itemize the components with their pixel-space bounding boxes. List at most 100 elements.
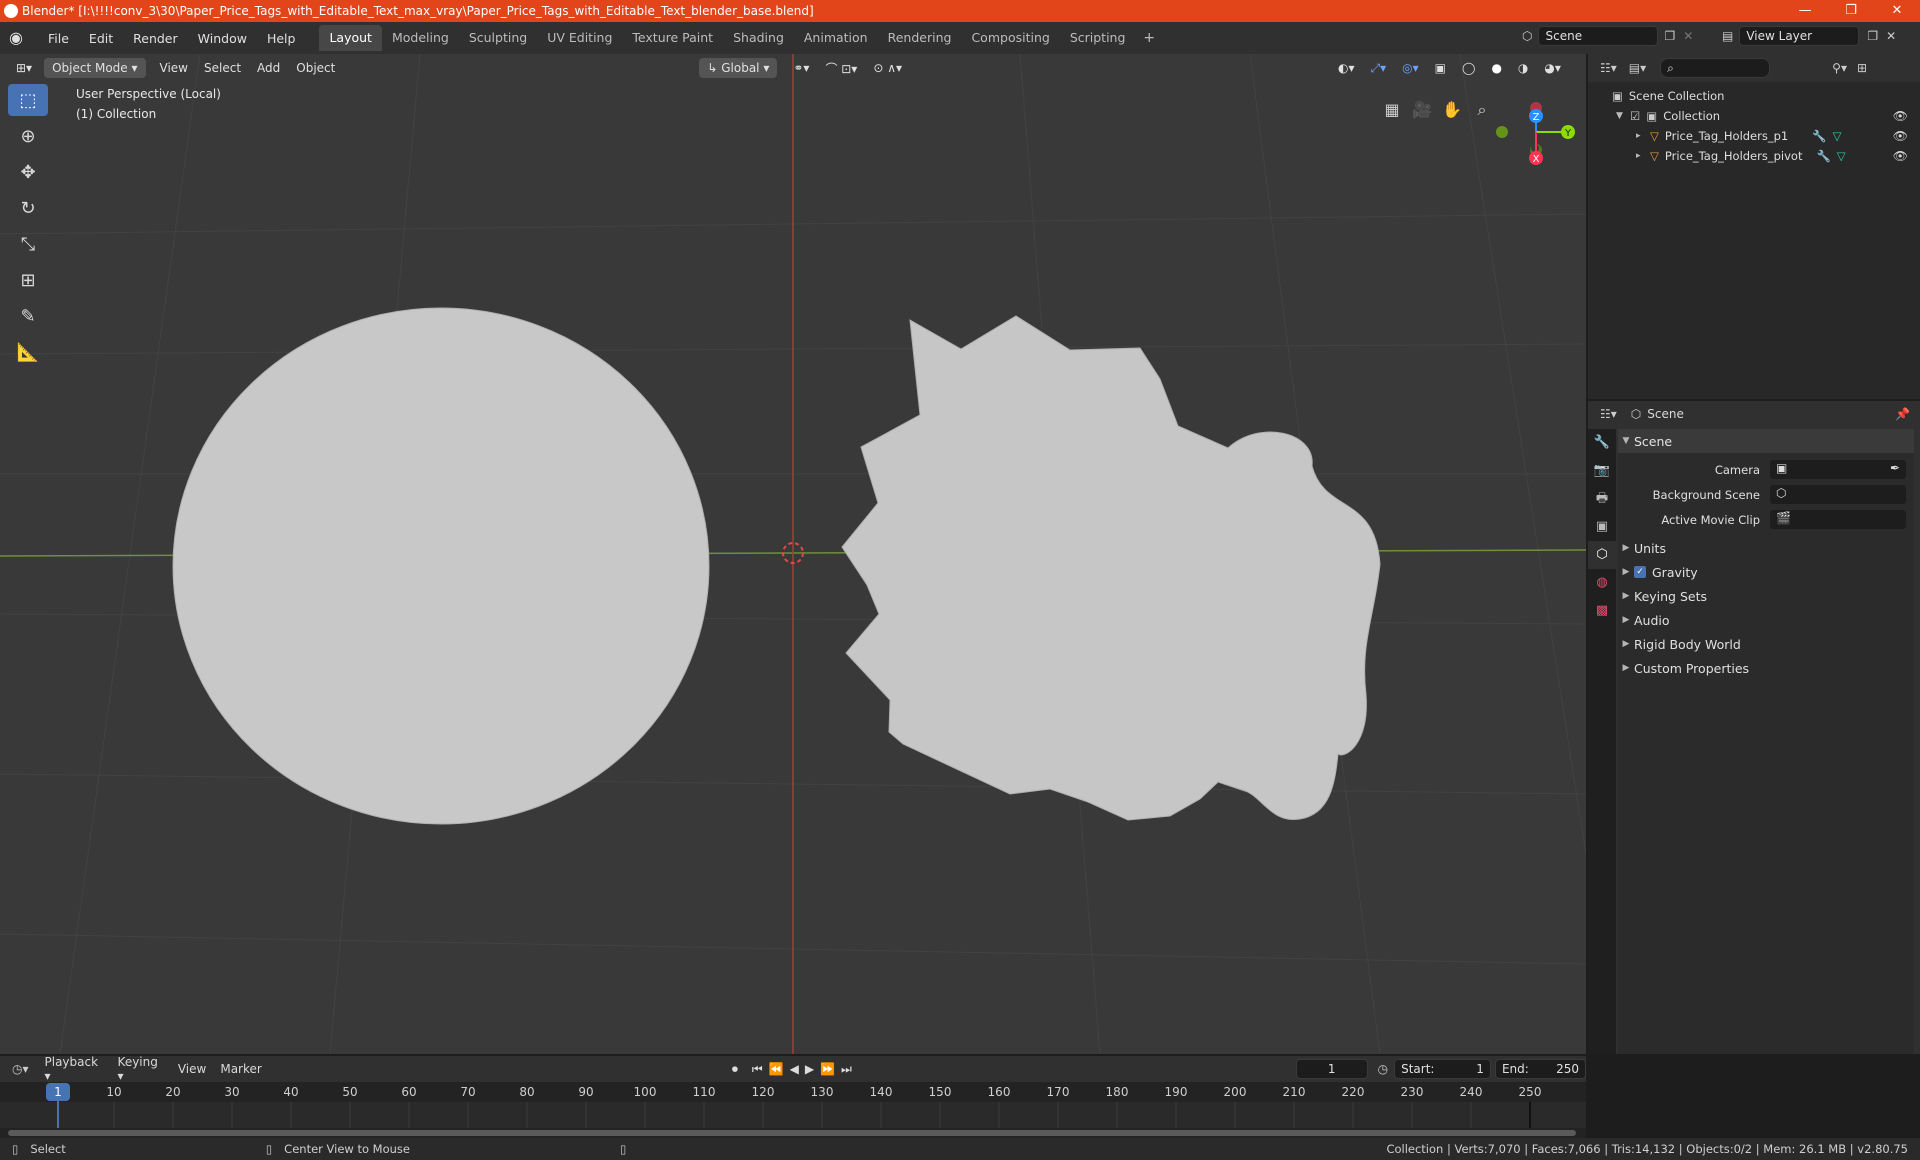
new-view-layer-icon[interactable]: ❐ [1867, 29, 1878, 43]
collapse-arrow-icon[interactable]: ▸ [1636, 151, 1650, 161]
transform-tool-icon[interactable]: ⊞ [8, 264, 48, 296]
camera-field[interactable]: ▣ ✒ [1770, 460, 1906, 479]
delete-scene-icon[interactable]: ✕ [1683, 29, 1693, 43]
gravity-subpanel[interactable]: ▶ ✓ Gravity [1618, 560, 1914, 584]
add-workspace-icon[interactable]: + [1135, 25, 1163, 51]
annotate-tool-icon[interactable]: ✎ [8, 300, 48, 332]
mesh-data-icon[interactable]: ▽ [1837, 149, 1846, 163]
menu-edit[interactable]: Edit [79, 31, 123, 46]
cursor-tool-icon[interactable]: ⊕ [8, 120, 48, 152]
3d-viewport[interactable]: ⊞▾ Object Mode ▾ View Select Add Object … [0, 54, 1586, 1054]
view-layer-field[interactable]: View Layer [1739, 26, 1860, 46]
pin-icon[interactable]: 📌 [1895, 407, 1910, 421]
snap-icon[interactable]: ⌒ ⊡▾ [817, 57, 865, 80]
camera-view-icon[interactable]: 🎥 [1408, 96, 1436, 124]
custom-properties-subpanel[interactable]: ▶ Custom Properties [1618, 656, 1914, 680]
timeline-editor-icon[interactable]: ◷▾ [12, 1062, 29, 1076]
jump-end-icon[interactable]: ⏭ [841, 1062, 852, 1077]
outliner-search-input[interactable]: ⌕ [1660, 58, 1771, 78]
eyedropper-icon[interactable]: ✒ [1890, 461, 1900, 475]
collection-row[interactable]: ▼ ☑ ▣ Collection 👁 [1588, 106, 1920, 126]
filter-icon[interactable]: ⚲▾ [1832, 61, 1847, 75]
jump-keyframe-back-icon[interactable]: ⏪ [769, 1062, 784, 1076]
scene-panel-header[interactable]: ▼ Scene [1618, 429, 1914, 453]
editor-type-icon[interactable]: ⊞▾ [8, 58, 40, 78]
close-button[interactable]: ✕ [1874, 0, 1920, 22]
timeline-track[interactable] [0, 1102, 1586, 1128]
render-tab-icon[interactable]: 📷 [1588, 457, 1616, 485]
gizmo-toggle-icon[interactable]: ⤢▾ [1363, 58, 1395, 79]
proportional-edit-icon[interactable]: ⊙ ∧▾ [865, 58, 910, 78]
select-menu[interactable]: Select [196, 58, 249, 78]
timeline-scrollbar[interactable] [8, 1130, 1576, 1136]
jump-start-icon[interactable]: ⏮ [752, 1062, 763, 1077]
tab-layout[interactable]: Layout [319, 25, 382, 51]
mesh-data-icon[interactable]: ▽ [1833, 129, 1842, 143]
timeline-ruler[interactable]: 1102030405060708090100110120130140150160… [0, 1082, 1586, 1138]
object-menu[interactable]: Object [288, 58, 343, 78]
new-scene-icon[interactable]: ❐ [1664, 29, 1675, 43]
modifier-icon[interactable]: 🔧 [1816, 149, 1830, 163]
modifier-icon[interactable]: 🔧 [1812, 129, 1826, 143]
world-tab-icon[interactable]: ◍ [1588, 569, 1616, 597]
play-reverse-icon[interactable]: ◀ [790, 1062, 799, 1076]
tab-compositing[interactable]: Compositing [961, 25, 1059, 51]
gravity-checkbox[interactable]: ✓ [1634, 566, 1646, 578]
tab-scripting[interactable]: Scripting [1060, 25, 1136, 51]
scene-collection-row[interactable]: ▣ Scene Collection [1588, 86, 1920, 106]
view-layer-icon[interactable]: ▤ [1722, 29, 1733, 43]
outliner-object-row[interactable]: ▸ ▽ Price_Tag_Holders_p1 🔧 ▽ 👁 [1588, 126, 1920, 146]
blender-logo-icon[interactable]: ◉ [6, 28, 26, 48]
minimize-button[interactable]: — [1782, 0, 1828, 22]
collapse-arrow-icon[interactable]: ▸ [1636, 131, 1650, 141]
properties-editor-icon[interactable]: ☷▾ [1600, 407, 1617, 421]
collection-checkbox[interactable]: ☑ [1630, 109, 1640, 123]
outliner-object-row[interactable]: ▸ ▽ Price_Tag_Holders_pivot 🔧 ▽ 👁 [1588, 146, 1920, 166]
auto-keying-icon[interactable]: ◷ [1378, 1062, 1388, 1076]
keying-sets-subpanel[interactable]: ▶ Keying Sets [1618, 584, 1914, 608]
mode-selector[interactable]: Object Mode ▾ [44, 58, 146, 78]
collection-visibility-eye-icon[interactable]: 👁 [1893, 109, 1908, 123]
xray-icon[interactable]: ▣ [1427, 58, 1454, 78]
menu-render[interactable]: Render [123, 31, 188, 46]
menu-help[interactable]: Help [257, 31, 306, 46]
scene-name-field[interactable]: Scene [1538, 26, 1659, 46]
pan-view-icon[interactable]: ✋ [1438, 96, 1466, 124]
tab-rendering[interactable]: Rendering [878, 25, 962, 51]
expand-arrow-icon[interactable]: ▼ [1616, 111, 1630, 121]
jump-keyframe-forward-icon[interactable]: ⏩ [820, 1062, 835, 1076]
circle-price-tag[interactable] [172, 307, 710, 825]
output-tab-icon[interactable]: 🖶 [1588, 485, 1616, 513]
background-scene-field[interactable]: ⬡ [1770, 485, 1906, 504]
view-layer-tab-icon[interactable]: ▣ [1588, 513, 1616, 541]
play-icon[interactable]: ▶ [805, 1062, 814, 1076]
menu-window[interactable]: Window [188, 31, 257, 46]
solid-shading-icon[interactable]: ● [1483, 58, 1509, 78]
scene-tab-icon[interactable]: ⬡ [1588, 541, 1616, 569]
maximize-button[interactable]: ❐ [1828, 0, 1874, 22]
move-tool-icon[interactable]: ✥ [8, 156, 48, 188]
orientation-selector[interactable]: ↳ Global ▾ [699, 58, 778, 78]
tab-uv-editing[interactable]: UV Editing [537, 25, 622, 51]
new-collection-icon[interactable]: ⊞ [1857, 61, 1867, 75]
display-mode-icon[interactable]: ▤▾ [1629, 61, 1646, 75]
wireframe-shading-icon[interactable]: ◯ [1454, 58, 1483, 78]
current-frame-field[interactable]: 1 [1295, 1059, 1368, 1079]
rotate-tool-icon[interactable]: ↻ [8, 192, 48, 224]
active-movie-clip-field[interactable]: 🎬 [1770, 510, 1906, 529]
axis-gizmo[interactable]: Z Y X [1490, 84, 1586, 174]
scene-icon[interactable]: ⬡ [1522, 29, 1532, 43]
units-subpanel[interactable]: ▶ Units [1618, 536, 1914, 560]
keying-menu[interactable]: Keying ▾ [118, 1055, 166, 1083]
grid-view-icon[interactable]: ▦ [1378, 96, 1406, 124]
view-menu[interactable]: View [152, 58, 196, 78]
tab-animation[interactable]: Animation [794, 25, 878, 51]
start-frame-field[interactable]: Start: 1 [1394, 1059, 1491, 1079]
object-visibility-eye-icon[interactable]: 👁 [1893, 149, 1908, 163]
pivot-icon[interactable]: ⚭▾ [785, 58, 817, 78]
playback-menu[interactable]: Playback ▾ [45, 1055, 106, 1083]
scale-tool-icon[interactable]: ⤡ [8, 228, 48, 260]
tab-sculpting[interactable]: Sculpting [459, 25, 537, 51]
measure-tool-icon[interactable]: 📐 [8, 336, 48, 368]
audio-subpanel[interactable]: ▶ Audio [1618, 608, 1914, 632]
